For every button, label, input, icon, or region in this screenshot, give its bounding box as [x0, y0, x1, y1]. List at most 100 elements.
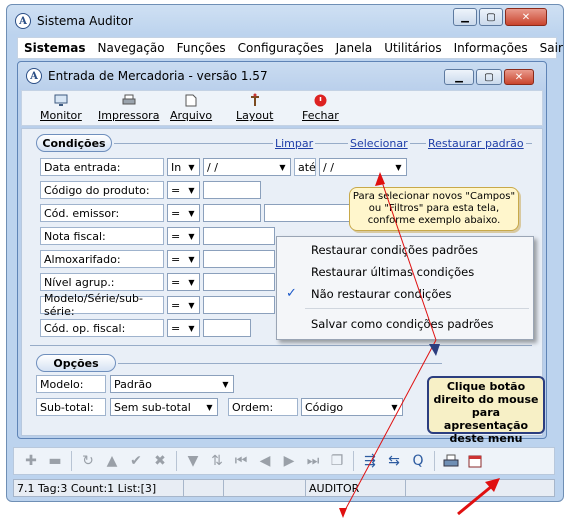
- minimize-icon: ▁: [461, 11, 469, 23]
- status-bar: 7.1 Tag:3 Count:1 List:[3] AUDITOR: [13, 479, 555, 497]
- menu-item-restore-last[interactable]: Restaurar últimas condições: [311, 265, 474, 279]
- issuer-code-input[interactable]: [203, 204, 261, 222]
- clear-link[interactable]: Limpar: [273, 137, 316, 150]
- printer-button[interactable]: Impressora: [98, 93, 159, 122]
- invoice-operator[interactable]: = ▼: [167, 227, 200, 245]
- menu-utilitarios[interactable]: Utilitários: [378, 41, 447, 55]
- product-code-input[interactable]: [203, 181, 261, 199]
- copy-icon[interactable]: ❐: [326, 451, 348, 471]
- refresh-icon[interactable]: ↻: [77, 451, 99, 471]
- group-level-label: Nível agrup.:: [40, 273, 164, 291]
- date-entry-label: Data entrada:: [40, 158, 164, 176]
- select-link[interactable]: Selecionar: [348, 137, 410, 150]
- confirm-icon[interactable]: ✔: [125, 451, 147, 471]
- app-logo-icon: A: [26, 68, 42, 84]
- group-level-operator[interactable]: = ▼: [167, 273, 200, 291]
- app-logo-icon: A: [15, 13, 31, 29]
- power-icon: [312, 93, 328, 107]
- menu-item-save-default[interactable]: Salvar como condições padrões: [311, 317, 493, 331]
- layout-button[interactable]: Layout: [236, 93, 273, 122]
- operator-value: =: [171, 275, 181, 289]
- status-record-info: 7.1 Tag:3 Count:1 List:[3]: [14, 480, 184, 496]
- restore-default-link[interactable]: Restaurar padrão: [426, 137, 526, 150]
- layout-icon: [247, 93, 263, 107]
- inner-maximize-button[interactable]: ▢: [476, 69, 502, 85]
- menu-item-restore-default[interactable]: Restaurar condições padrões: [311, 243, 478, 257]
- file-icon: [183, 93, 199, 107]
- options-section-title: Opções: [36, 354, 116, 372]
- separator: [434, 451, 435, 471]
- minimize-button[interactable]: ▁: [453, 8, 477, 26]
- group-level-input[interactable]: [203, 273, 275, 291]
- model-series-input[interactable]: [203, 296, 275, 314]
- file-button[interactable]: Arquivo: [170, 93, 212, 122]
- menu-funcoes[interactable]: Funções: [171, 41, 232, 55]
- operator-value: =: [171, 183, 181, 197]
- model-select[interactable]: Padrão ▼: [110, 375, 234, 393]
- close-button[interactable]: ✕: [505, 8, 547, 26]
- monitor-button[interactable]: Monitor: [40, 93, 82, 122]
- calendar-icon[interactable]: [464, 451, 486, 471]
- remove-icon[interactable]: ▬: [44, 451, 66, 471]
- cancel-icon[interactable]: ✖: [149, 451, 171, 471]
- menu-configuracoes[interactable]: Configurações: [232, 41, 330, 55]
- transfer-icon[interactable]: ⇆: [383, 451, 405, 471]
- up-icon[interactable]: ▲: [101, 451, 123, 471]
- filter-icon[interactable]: ▼: [182, 451, 204, 471]
- menu-informacoes[interactable]: Informações: [448, 41, 534, 55]
- fiscal-op-code-operator[interactable]: = ▼: [167, 319, 200, 337]
- issuer-name-input[interactable]: [264, 204, 354, 222]
- date-entry-start[interactable]: / / ▼: [203, 158, 291, 176]
- help-balloon: Para selecionar novos "Campos" ou "Filtr…: [349, 187, 519, 231]
- menu-sistemas[interactable]: Sistemas: [18, 41, 92, 55]
- tip-box: Clique botão direito do mouse para apres…: [427, 376, 545, 445]
- date-entry-end[interactable]: / / ▼: [319, 158, 407, 176]
- context-menu: Restaurar condições padrões Restaurar úl…: [276, 236, 534, 340]
- monitor-icon: [53, 93, 69, 107]
- fiscal-op-code-input[interactable]: [203, 319, 251, 337]
- navigation-toolbar: ✚ ▬ ↻ ▲ ✔ ✖ ▼ ⇅ ⏮ ◀ ▶ ⏭ ❐ ⇶ ⇆ Q: [13, 447, 555, 475]
- invoice-input[interactable]: [203, 227, 275, 245]
- last-record-icon[interactable]: ⏭: [302, 451, 324, 471]
- subtotal-select[interactable]: Sem sub-total ▼: [110, 398, 218, 416]
- print-icon[interactable]: [440, 451, 462, 471]
- close-screen-label: Fechar: [302, 109, 339, 122]
- conditions-section-title: Condições: [36, 134, 112, 152]
- maximize-button[interactable]: ▢: [479, 8, 503, 26]
- sort-icon[interactable]: ⇅: [206, 451, 228, 471]
- first-record-icon[interactable]: ⏮: [230, 451, 252, 471]
- warehouse-operator[interactable]: = ▼: [167, 250, 200, 268]
- status-panel: [224, 480, 306, 496]
- minimize-icon: ▁: [455, 71, 463, 83]
- inner-minimize-button[interactable]: ▁: [444, 69, 474, 85]
- model-series-operator[interactable]: = ▼: [167, 296, 200, 314]
- inner-close-button[interactable]: ✕: [504, 69, 534, 85]
- previous-record-icon[interactable]: ◀: [254, 451, 276, 471]
- file-label: Arquivo: [170, 109, 213, 122]
- export-icon[interactable]: ⇶: [359, 451, 381, 471]
- date-entry-operator[interactable]: In ▼: [167, 158, 200, 176]
- operator-value: =: [171, 298, 181, 312]
- menu-janela[interactable]: Janela: [330, 41, 379, 55]
- menu-sair[interactable]: Sair: [534, 41, 569, 55]
- inner-window-titlebar: A Entrada de Mercadoria - versão 1.57: [26, 68, 268, 84]
- close-screen-button[interactable]: Fechar: [302, 93, 339, 122]
- query-icon[interactable]: Q: [407, 451, 429, 471]
- issuer-code-operator[interactable]: = ▼: [167, 204, 200, 222]
- toolbar: Monitor Impressora Arquivo Layout Fechar: [21, 90, 543, 126]
- check-icon: ✓: [286, 286, 297, 301]
- menu-navegacao[interactable]: Navegação: [92, 41, 171, 55]
- separator: [71, 451, 72, 471]
- product-code-operator[interactable]: = ▼: [167, 181, 200, 199]
- separator: [176, 451, 177, 471]
- warehouse-input[interactable]: [203, 250, 275, 268]
- chevron-down-icon: ▼: [279, 162, 286, 172]
- menu-item-no-restore[interactable]: Não restaurar condições: [311, 287, 451, 301]
- fiscal-op-code-label: Cód. op. fiscal:: [40, 319, 164, 337]
- chevron-down-icon: ▼: [222, 379, 229, 389]
- next-record-icon[interactable]: ▶: [278, 451, 300, 471]
- add-icon[interactable]: ✚: [20, 451, 42, 471]
- inner-window-title: Entrada de Mercadoria - versão 1.57: [48, 69, 268, 83]
- maximize-icon: ▢: [484, 71, 494, 83]
- order-select[interactable]: Código ▼: [301, 398, 403, 416]
